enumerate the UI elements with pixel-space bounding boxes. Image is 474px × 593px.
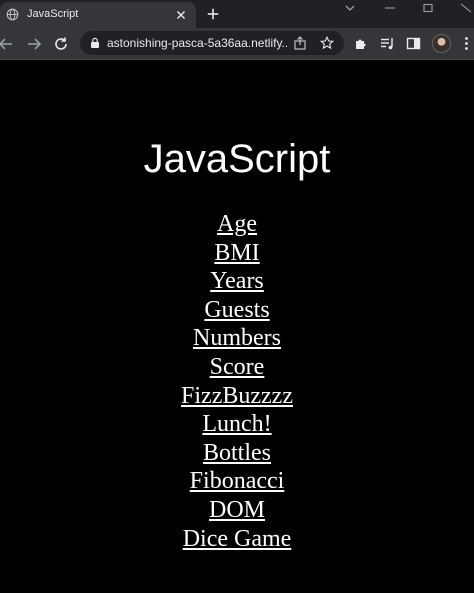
link-numbers[interactable]: Numbers [193,325,281,351]
link-bmi[interactable]: BMI [214,240,259,266]
link-age[interactable]: Age [217,211,257,237]
minimize-icon[interactable] [384,3,396,13]
link-dice-game[interactable]: Dice Game [183,526,292,552]
browser-toolbar: astonishing-pasca-5a36aa.netlify... [0,28,474,60]
share-icon[interactable] [293,36,307,50]
list-item: FizzBuzzzz [0,382,474,411]
list-item: Bottles [0,439,474,468]
list-item: Years [0,267,474,296]
tab-javascript[interactable]: JavaScript [0,2,196,28]
back-arrow-icon[interactable] [0,36,14,52]
link-guests[interactable]: Guests [204,297,269,323]
list-item: Fibonacci [0,467,474,496]
globe-icon [6,8,19,21]
link-score[interactable]: Score [210,354,265,380]
extensions-puzzle-icon[interactable] [353,36,368,51]
new-tab-plus-icon[interactable] [206,7,220,21]
list-item: Dice Game [0,525,474,554]
chevron-down-icon[interactable] [344,3,356,13]
close-icon[interactable] [174,8,188,22]
restore-icon[interactable] [422,3,434,13]
address-bar[interactable]: astonishing-pasca-5a36aa.netlify... [80,31,344,55]
list-item: Numbers [0,324,474,353]
more-vertical-icon[interactable] [459,36,474,51]
link-list: Age BMI Years Guests Numbers Score FizzB… [0,210,474,553]
list-item: DOM [0,496,474,525]
link-lunch[interactable]: Lunch! [202,411,271,437]
browser-window: JavaScript astonishing-pasca-5a36aa.netl… [0,0,474,593]
list-item: Lunch! [0,410,474,439]
link-fizzbuzzzz[interactable]: FizzBuzzzz [181,383,293,409]
tab-strip: JavaScript [0,0,474,28]
list-item: Score [0,353,474,382]
list-item: Guests [0,296,474,325]
lock-icon[interactable] [89,37,101,49]
profile-avatar[interactable] [432,34,451,53]
tab-title: JavaScript [27,8,79,20]
link-bottles[interactable]: Bottles [203,440,271,466]
link-dom[interactable]: DOM [209,497,265,523]
window-close-icon[interactable] [460,3,472,13]
link-fibonacci[interactable]: Fibonacci [190,468,285,494]
link-years[interactable]: Years [210,268,264,294]
url-text[interactable]: astonishing-pasca-5a36aa.netlify... [107,36,287,50]
star-icon[interactable] [320,36,334,50]
list-item: BMI [0,239,474,268]
page-content: JavaScript Age BMI Years Guests Numbers … [0,60,474,593]
page-title: JavaScript [143,137,331,181]
media-queue-icon[interactable] [380,36,395,51]
reload-icon[interactable] [53,36,69,52]
forward-arrow-icon[interactable] [26,36,42,52]
side-panel-icon[interactable] [406,36,421,51]
list-item: Age [0,210,474,239]
